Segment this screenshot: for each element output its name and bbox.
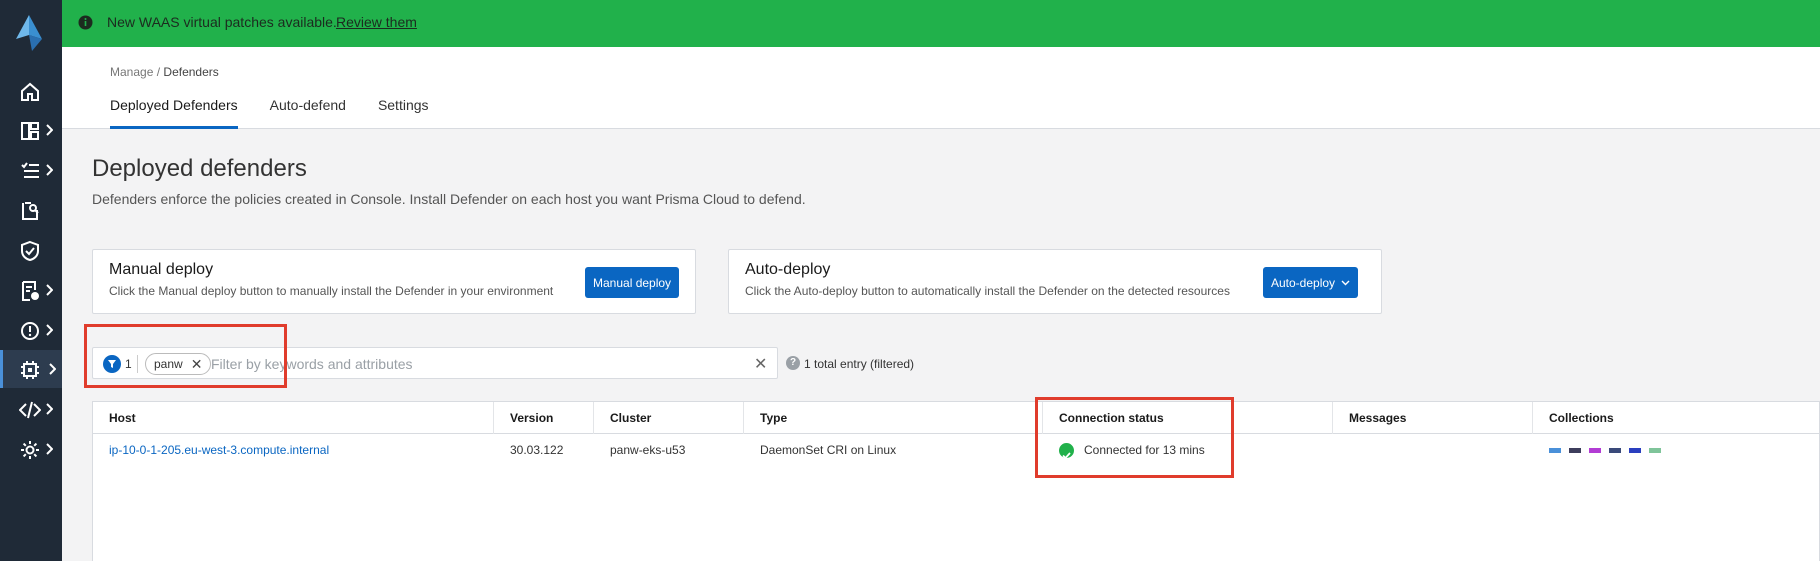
nav-compliance[interactable]: [0, 271, 62, 309]
collections-cell: [1533, 434, 1820, 466]
banner-text: New WAAS virtual patches available.: [107, 14, 337, 30]
check-circle-icon: [1059, 443, 1074, 460]
page-description: Defenders enforce the policies created i…: [92, 191, 806, 207]
nav-alerts[interactable]: [0, 311, 62, 349]
page-header: Manage / Defenders Deployed Defenders Au…: [62, 47, 1820, 129]
nav-policies[interactable]: [0, 231, 62, 269]
chevron-right-icon: [46, 443, 53, 455]
tab-auto-defend[interactable]: Auto-defend: [270, 97, 346, 129]
breadcrumb-current: Defenders: [163, 65, 219, 79]
compliance-icon: [22, 281, 39, 301]
dashboard-icon: [21, 122, 39, 140]
manual-deploy-title: Manual deploy: [109, 261, 214, 278]
collection-tag[interactable]: [1589, 448, 1601, 453]
chevron-right-icon: [46, 324, 53, 336]
defender-chip-icon: [21, 361, 39, 379]
column-type[interactable]: Type: [744, 402, 1043, 434]
tab-bar: Deployed Defenders Auto-defend Settings: [110, 97, 461, 129]
prisma-logo-icon[interactable]: [12, 13, 46, 53]
filter-chip-label: panw: [154, 357, 183, 371]
remove-chip-icon[interactable]: ✕: [191, 356, 203, 373]
manual-deploy-button[interactable]: Manual deploy: [585, 267, 680, 298]
sidebar: [0, 0, 62, 561]
home-icon: [21, 82, 39, 101]
code-icon: [19, 401, 41, 419]
tab-deployed-defenders[interactable]: Deployed Defenders: [110, 97, 238, 129]
column-connection-status[interactable]: Connection status: [1043, 402, 1333, 434]
auto-deploy-button-label: Auto-deploy: [1271, 275, 1336, 290]
collection-tag[interactable]: [1629, 448, 1641, 453]
messages-cell: [1333, 434, 1533, 466]
nav-dashboards[interactable]: [0, 111, 62, 149]
filter-icon[interactable]: [103, 355, 121, 373]
search-report-icon: [22, 202, 39, 220]
breadcrumb: Manage / Defenders: [110, 65, 219, 79]
host-link[interactable]: ip-10-0-1-205.eu-west-3.compute.internal: [93, 434, 494, 466]
nav-investigate[interactable]: [0, 191, 62, 229]
type-cell: DaemonSet CRI on Linux: [760, 443, 897, 457]
breadcrumb-separator: /: [156, 65, 161, 79]
manual-deploy-card: Manual deploy Click the Manual deploy bu…: [92, 249, 696, 314]
entry-count: 1 total entry (filtered): [804, 357, 915, 371]
filter-bar: 1 panw ✕ ✕: [92, 347, 778, 379]
auto-deploy-title: Auto-deploy: [745, 261, 831, 278]
chevron-right-icon: [46, 164, 53, 176]
nav-home[interactable]: [0, 72, 62, 110]
filter-input[interactable]: [211, 353, 731, 375]
tab-settings[interactable]: Settings: [378, 97, 429, 129]
chevron-right-icon: [46, 124, 53, 136]
auto-deploy-card: Auto-deploy Click the Auto-deploy button…: [728, 249, 1382, 314]
alert-icon: [21, 322, 39, 340]
breadcrumb-parent[interactable]: Manage: [110, 65, 153, 79]
auto-deploy-description: Click the Auto-deploy button to automati…: [745, 284, 1230, 298]
chevron-right-icon: [46, 403, 53, 415]
help-icon[interactable]: ?: [786, 356, 800, 370]
column-host[interactable]: Host: [93, 402, 494, 434]
chevron-right-icon: [46, 284, 53, 296]
nav-manage[interactable]: [0, 350, 62, 388]
info-icon: [78, 15, 93, 30]
filter-divider: [137, 355, 138, 373]
collection-tag[interactable]: [1549, 448, 1561, 453]
notification-banner: New WAAS virtual patches available. Revi…: [62, 0, 1820, 47]
collection-tag[interactable]: [1569, 448, 1581, 453]
chevron-down-icon: [1341, 280, 1350, 285]
nav-settings[interactable]: [0, 430, 62, 468]
connection-status-text: Connected for 13 mins: [1084, 443, 1205, 457]
page-title: Deployed defenders: [92, 155, 307, 182]
column-collections[interactable]: Collections: [1533, 402, 1820, 434]
chevron-right-icon: [49, 363, 56, 375]
filter-chip[interactable]: panw ✕: [145, 353, 212, 375]
cluster-cell: panw-eks-u53: [610, 443, 686, 457]
table-row[interactable]: ip-10-0-1-205.eu-west-3.compute.internal…: [93, 434, 1819, 466]
nav-inventory[interactable]: [0, 151, 62, 189]
auto-deploy-button[interactable]: Auto-deploy: [1263, 267, 1359, 298]
collection-tag[interactable]: [1649, 448, 1661, 453]
column-version[interactable]: Version: [494, 402, 594, 434]
list-icon: [21, 162, 39, 178]
review-them-link[interactable]: Review them: [336, 14, 417, 30]
manual-deploy-description: Click the Manual deploy button to manual…: [109, 284, 554, 298]
column-messages[interactable]: Messages: [1333, 402, 1533, 434]
column-cluster[interactable]: Cluster: [594, 402, 744, 434]
version-cell: 30.03.122: [510, 443, 564, 457]
clear-filter-icon[interactable]: ✕: [754, 354, 767, 374]
collection-tag[interactable]: [1609, 448, 1621, 453]
filter-count: 1: [125, 357, 132, 371]
gear-icon: [21, 441, 39, 459]
connection-status-cell: Connected for 13 mins: [1043, 434, 1333, 466]
table-header: Host Version Cluster Type Connection sta…: [93, 402, 1819, 434]
nav-code[interactable]: [0, 390, 62, 428]
shield-icon: [21, 240, 39, 262]
defenders-table: Host Version Cluster Type Connection sta…: [92, 401, 1820, 561]
